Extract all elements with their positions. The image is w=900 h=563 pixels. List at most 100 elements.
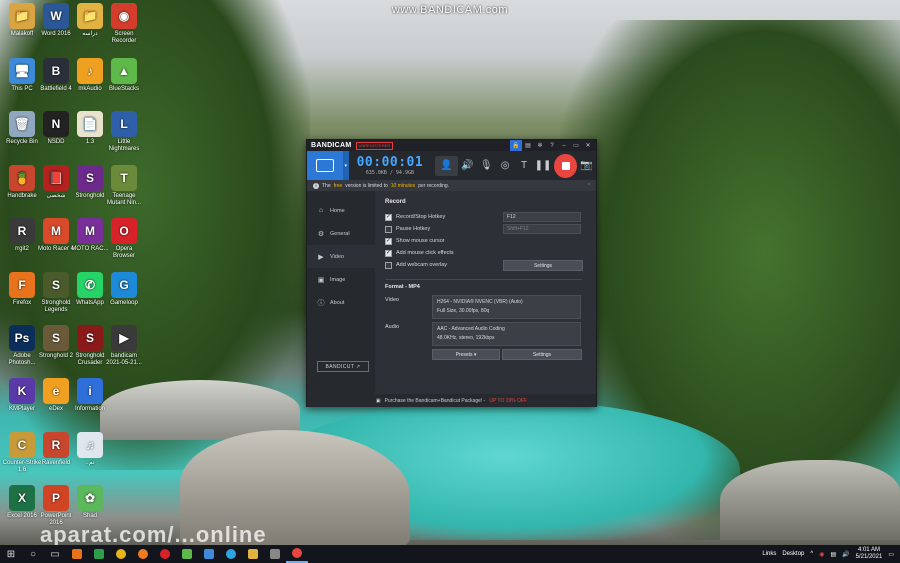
search-icon[interactable]: ○ — [22, 545, 44, 563]
sidebar-item-image[interactable]: ▣ Image — [307, 268, 375, 291]
app-icon: e — [43, 378, 69, 404]
settings-gear-icon[interactable]: ✲ — [534, 140, 546, 151]
folder-icon[interactable]: ▤ — [522, 140, 534, 151]
presets-button[interactable]: Presets ▾ — [432, 349, 500, 360]
desktop-icon-label: Gameloop — [110, 300, 138, 306]
sidebar-item-general[interactable]: ⚙ General — [307, 222, 375, 245]
desktop-icon[interactable]: ▶ bandicam 2021-05-21... — [104, 325, 144, 367]
mouse-click-icon[interactable]: ◎ — [496, 151, 515, 180]
desktop-icon[interactable]: ✿ Shad — [70, 485, 110, 520]
microphone-icon[interactable]: 🎙 — [477, 151, 496, 180]
rectangle-icon — [315, 159, 334, 172]
video-format-box[interactable]: H264 - NVIDIA® NVENC (VBR) (Auto) Full S… — [432, 295, 581, 319]
firefox-icon[interactable] — [66, 545, 88, 563]
chevron-up-icon[interactable]: ^ — [810, 551, 813, 557]
desktop-icon[interactable]: T Teenage Mutant Nin... — [104, 165, 144, 207]
sidebar-item-home[interactable]: ⌂ Home — [307, 199, 375, 222]
camera-icon[interactable]: 📷 — [577, 151, 596, 180]
info-icon: ⓘ — [317, 299, 325, 307]
home-icon: ⌂ — [318, 207, 324, 214]
explorer-icon[interactable] — [198, 545, 220, 563]
video-label: Video — [385, 297, 399, 303]
close-button[interactable]: ✕ — [582, 140, 594, 151]
files-dot — [248, 549, 258, 559]
volume-icon[interactable]: 🔊 — [842, 551, 849, 558]
stop-record-button[interactable] — [554, 153, 578, 178]
checkbox[interactable]: ✓ — [385, 237, 392, 245]
task-view-icon[interactable]: ▭ — [44, 545, 66, 563]
screen-rectangle-mode-button[interactable] — [307, 151, 343, 180]
audio-format-box[interactable]: AAC - Advanced Audio Coding 48.0KHz, ste… — [432, 322, 581, 346]
opera-icon[interactable] — [154, 545, 176, 563]
pause-hotkey-field[interactable]: Shift+F12 — [503, 224, 581, 234]
desktop-icon[interactable]: ◉ Screen Recorder — [104, 3, 144, 45]
checkbox[interactable]: ✓ — [385, 249, 392, 257]
text-icon[interactable]: T — [515, 151, 534, 180]
store-icon[interactable] — [88, 545, 110, 563]
firefox2-icon[interactable] — [132, 545, 154, 563]
sidebar-item-about[interactable]: ⓘ About — [307, 291, 375, 314]
desktop-icon[interactable]: O Opera Browser — [104, 218, 144, 260]
help-icon[interactable]: ? — [546, 140, 558, 151]
desktop-icon-label: bandicam 2021-05-21... — [106, 353, 142, 366]
sidebar-item-video[interactable]: ▶ Video — [307, 245, 375, 268]
desktop-icon[interactable]: ♫ ..تم — [70, 432, 110, 467]
chrome-icon[interactable] — [110, 545, 132, 563]
audio-label: Audio — [385, 324, 400, 330]
desktop-icon[interactable]: ▲ BlueStacks — [104, 58, 144, 93]
bandicam-task-icon[interactable] — [286, 545, 308, 563]
bandicam-dot — [292, 548, 302, 558]
desktop-icon[interactable]: i Information — [70, 378, 110, 413]
files-icon[interactable] — [242, 545, 264, 563]
notifications-icon[interactable]: ▭ — [888, 551, 894, 558]
bandicam-logo: BANDICAM — [311, 142, 352, 149]
title-bar[interactable]: BANDICAM UNREGISTERED 🔒 ▤ ✲ ? – ▭ ✕ — [307, 140, 596, 151]
presets-label: Presets — [455, 351, 473, 358]
format-settings-button[interactable]: Settings — [502, 349, 582, 360]
app-icon: X — [9, 485, 35, 511]
network-icon[interactable]: ▤ — [830, 551, 836, 558]
webcam-icon[interactable]: 👤 — [435, 155, 458, 176]
collapse-chevron-icon[interactable]: ⌃ — [587, 183, 591, 189]
desktop-icon[interactable]: L Little Nightmares — [104, 111, 144, 153]
checkbox[interactable]: ✓ — [385, 213, 392, 221]
links-toolbar[interactable]: Links — [762, 551, 776, 557]
app-icon: O — [111, 218, 137, 244]
promo-offer: UP TO 29% OFF — [489, 397, 528, 404]
record-tray-icon[interactable]: ◉ — [819, 551, 824, 558]
option-show-mouse-cursor[interactable]: ✓ Show mouse cursor — [385, 235, 582, 247]
clock[interactable]: 4:01 AM 5/21/2021 — [856, 547, 883, 561]
restore-button[interactable]: ▭ — [570, 140, 582, 151]
mode-dropdown-icon[interactable]: ▾ — [342, 151, 349, 180]
option-pause-hotkey[interactable]: Pause Hotkey Shift+F12 — [385, 223, 582, 235]
pause-icon[interactable]: ❚❚ — [534, 151, 553, 180]
checkbox[interactable] — [385, 225, 392, 233]
bandicut-link[interactable]: BANDICUT ↗ — [317, 361, 369, 372]
lock-icon[interactable]: 🔒 — [510, 140, 522, 151]
desktop-toolbar[interactable]: Desktop — [782, 551, 804, 557]
desktop-icon[interactable]: G Gameloop — [104, 272, 144, 307]
telegram-icon[interactable] — [220, 545, 242, 563]
stop-icon — [561, 161, 570, 170]
bandicam-window[interactable]: BANDICAM UNREGISTERED 🔒 ▤ ✲ ? – ▭ ✕ ▾ 00… — [306, 139, 597, 407]
bluestacks-icon[interactable] — [176, 545, 198, 563]
option-mouse-click-effects[interactable]: ✓ Add mouse click effects — [385, 247, 582, 259]
start-button[interactable]: ⊞ — [0, 545, 22, 563]
desktop-icon-label: Information — [74, 406, 105, 412]
sidebar: ⌂ Home ⚙ General ▶ Video ▣ Image ⓘ About BAND… — [307, 191, 375, 394]
media-icon[interactable] — [264, 545, 286, 563]
option-record-stop-hotkey[interactable]: ✓ Record/Stop Hotkey F12 — [385, 211, 582, 223]
checkbox[interactable] — [385, 261, 392, 269]
option-webcam-overlay[interactable]: Add webcam overlay Settings — [385, 259, 583, 271]
app-icon: ▲ — [111, 58, 137, 84]
taskbar: ⊞ ○ ▭ Links Desktop ^ ◉ ▤ 🔊 4:01 AM 5/21… — [0, 545, 900, 563]
app-icon: R — [43, 432, 69, 458]
notice-limit: 10 minutes — [390, 182, 416, 189]
app-icon: T — [111, 165, 137, 191]
webcam-settings-button[interactable]: Settings — [503, 260, 583, 271]
record-hotkey-field[interactable]: F12 — [503, 212, 581, 222]
firefox-dot — [72, 549, 82, 559]
minimize-button[interactable]: – — [558, 140, 570, 151]
promo-footer[interactable]: ▣ Purchase the Bandicam+Bandicut Package… — [307, 394, 596, 407]
speaker-icon[interactable]: 🔊 — [458, 151, 477, 180]
